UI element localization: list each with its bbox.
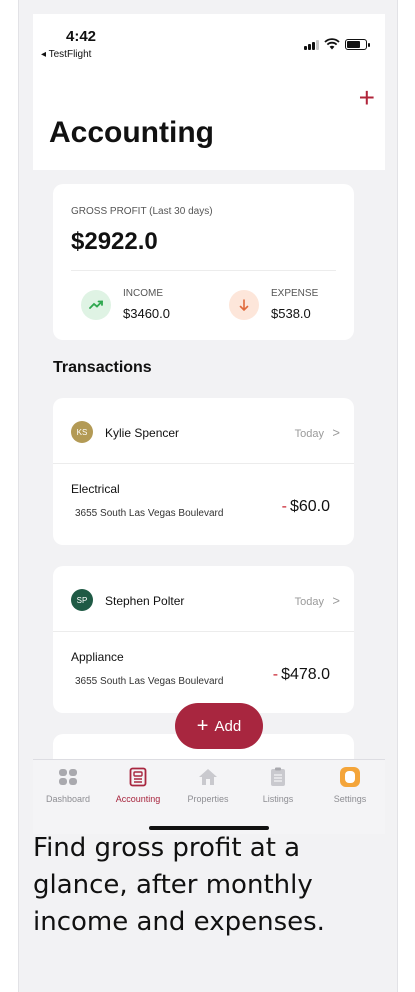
expense-label: EXPENSE [271, 288, 319, 299]
tab-label: Accounting [115, 794, 161, 804]
transaction-person: Stephen Polter [105, 594, 185, 608]
tab-listings[interactable]: Listings [243, 766, 313, 804]
transaction-header[interactable]: KS Kylie Spencer Today > [53, 398, 354, 464]
transaction-amount: - $478.0 [273, 666, 330, 684]
tab-settings[interactable]: Settings [315, 766, 385, 804]
tab-accounting[interactable]: Accounting [103, 766, 173, 804]
tab-label: Dashboard [45, 794, 91, 804]
tab-bar: Dashboard Accounting Properties Listings [33, 759, 385, 834]
transaction-date: Today [294, 428, 324, 440]
app-store-frame: 4:42 ◂ TestFlight + Accounting GROSS PRO… [18, 0, 398, 992]
chevron-right-icon: > [332, 593, 340, 608]
battery-icon [345, 39, 370, 50]
add-transaction-icon[interactable]: + [359, 84, 375, 112]
back-to-testflight-link[interactable]: ◂ TestFlight [41, 49, 91, 60]
transaction-date: Today [294, 596, 324, 608]
chevron-right-icon: > [332, 425, 340, 440]
tab-label: Settings [333, 794, 367, 804]
transaction-category: Appliance [71, 650, 124, 664]
phone-screen: 4:42 ◂ TestFlight + Accounting GROSS PRO… [33, 14, 385, 834]
settings-icon [339, 766, 361, 788]
transaction-card[interactable]: SP Stephen Polter Today > Appliance 3655… [53, 566, 354, 713]
transaction-person: Kylie Spencer [105, 426, 180, 440]
amount-value: $478.0 [281, 666, 330, 683]
clipboard-icon [267, 766, 289, 788]
tab-dashboard[interactable]: Dashboard [33, 766, 103, 804]
avatar: SP [71, 589, 93, 611]
amount-sign: - [281, 498, 287, 515]
transaction-category: Electrical [71, 482, 120, 496]
arrow-down-icon [229, 290, 259, 320]
add-button[interactable]: + Add [175, 703, 263, 749]
signal-icon [304, 39, 319, 50]
wifi-icon [324, 38, 340, 50]
amount-value: $60.0 [289, 498, 330, 515]
transaction-address: 3655 South Las Vegas Boulevard [75, 508, 224, 519]
transaction-address: 3655 South Las Vegas Boulevard [75, 676, 224, 687]
avatar: KS [71, 421, 93, 443]
transaction-card[interactable]: KS Kylie Spencer Today > Electrical 3655… [53, 398, 354, 545]
promo-caption: Find gross profit at a glance, after mon… [33, 833, 325, 937]
transactions-heading: Transactions [53, 359, 152, 376]
gross-profit-label: GROSS PROFIT (Last 30 days) [71, 206, 213, 217]
divider [71, 270, 336, 271]
amount-sign: - [272, 666, 279, 683]
add-button-label: Add [214, 717, 242, 735]
accounting-icon [127, 766, 149, 788]
tab-label: Properties [187, 794, 229, 804]
transaction-amount: - $60.0 [282, 498, 330, 516]
expense-value: $538.0 [271, 306, 311, 321]
tab-properties[interactable]: Properties [173, 766, 243, 804]
gross-profit-card: GROSS PROFIT (Last 30 days) $2922.0 INCO… [53, 184, 354, 340]
trend-up-icon [81, 290, 111, 320]
gross-profit-value: $2922.0 [71, 228, 158, 255]
status-icons [304, 38, 370, 50]
status-bar: 4:42 ◂ TestFlight [33, 14, 385, 60]
tab-label: Listings [262, 794, 294, 804]
page-title: Accounting [49, 116, 214, 149]
dashboard-icon [57, 766, 79, 788]
income-value: $3460.0 [123, 306, 170, 321]
income-label: INCOME [123, 288, 163, 299]
page-header: + Accounting [33, 60, 385, 170]
plus-icon: + [196, 715, 209, 737]
transaction-header[interactable]: SP Stephen Polter Today > [53, 566, 354, 632]
home-icon [197, 766, 219, 788]
status-time: 4:42 [66, 28, 97, 45]
